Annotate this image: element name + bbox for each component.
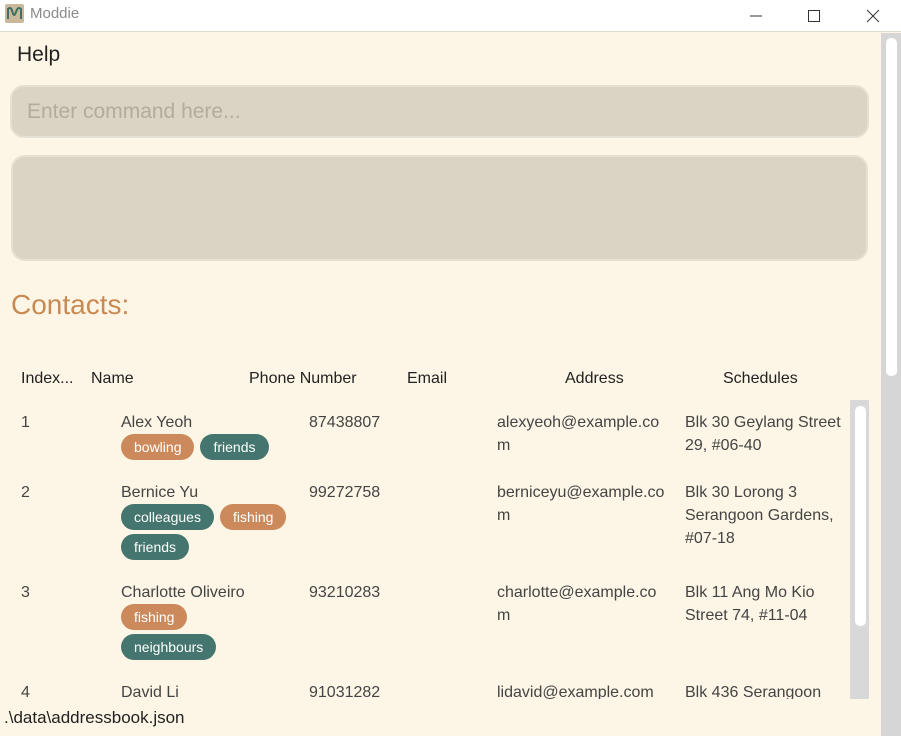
contact-email: alexyeoh@example.com: [497, 414, 660, 454]
column-header-address[interactable]: Address: [565, 370, 624, 388]
maximize-button[interactable]: [786, 0, 842, 32]
command-box: [10, 85, 869, 138]
contact-email: lidavid@example.com: [497, 684, 654, 699]
main-scrollbar[interactable]: [881, 33, 901, 736]
column-header-schedules[interactable]: Schedules: [723, 370, 798, 388]
contacts-heading: Contacts:: [11, 289, 130, 320]
close-button[interactable]: [845, 0, 901, 32]
tag: bowling: [121, 434, 195, 460]
contact-index: 3: [21, 584, 30, 601]
app-icon: [5, 4, 24, 23]
column-header-index[interactable]: Index...: [21, 370, 73, 388]
result-display: [11, 155, 868, 261]
contact-address: Blk 436 Serangoon: [685, 684, 822, 699]
contact-list-scroll-thumb[interactable]: [855, 406, 866, 626]
contact-address: Blk 11 Ang Mo Kio Street 74, #11-04: [685, 584, 815, 624]
contact-index: 1: [21, 414, 30, 431]
tag: friends: [121, 534, 190, 560]
title-bar: Moddie: [0, 0, 901, 32]
tag: fishing: [219, 504, 287, 530]
contact-index: 4: [21, 684, 30, 699]
contact-phone: 93210283: [309, 584, 381, 601]
tag-list: bowling friends: [121, 434, 301, 464]
contact-index: 2: [21, 484, 30, 501]
minimize-button[interactable]: [728, 0, 784, 32]
minimize-icon: [750, 15, 762, 17]
tag-list: colleagues fishing friends: [121, 504, 301, 564]
contact-name: David Li: [121, 684, 179, 699]
menu-help[interactable]: Help: [17, 43, 60, 67]
contact-address: Blk 30 Lorong 3 Serangoon Gardens, #07-1…: [685, 484, 834, 547]
column-header-name[interactable]: Name: [91, 370, 134, 388]
column-header-email[interactable]: Email: [407, 370, 447, 388]
tag-list: fishing neighbours: [121, 604, 231, 664]
contact-name: Bernice Yu: [121, 484, 199, 501]
contact-email: charlotte@example.com: [497, 584, 657, 624]
command-input[interactable]: [12, 87, 867, 136]
contact-list[interactable]: 1 Alex Yeoh 87438807 alexyeoh@example.co…: [0, 400, 850, 699]
contact-address: Blk 30 Geylang Street 29, #06-40: [685, 414, 841, 454]
tag: friends: [200, 434, 269, 460]
contact-phone: 87438807: [309, 414, 381, 431]
tag: neighbours: [121, 634, 217, 660]
tag: colleagues: [121, 504, 214, 530]
close-icon: [866, 9, 880, 23]
save-file-path: .\data\addressbook.json: [4, 708, 185, 727]
contact-phone: 91031282: [309, 684, 381, 699]
contact-list-scrollbar[interactable]: [850, 400, 869, 699]
contact-email: berniceyu@example.com: [497, 484, 665, 524]
main-scroll-thumb[interactable]: [886, 38, 897, 376]
window-title: Moddie: [30, 5, 80, 22]
tag: fishing: [121, 604, 188, 630]
column-header-phone[interactable]: Phone Number: [249, 370, 357, 388]
contact-name: Alex Yeoh: [121, 414, 193, 431]
contact-phone: 99272758: [309, 484, 381, 501]
contact-name: Charlotte Oliveiro: [121, 584, 245, 601]
maximize-icon: [808, 10, 820, 22]
status-bar: .\data\addressbook.json: [0, 699, 881, 736]
